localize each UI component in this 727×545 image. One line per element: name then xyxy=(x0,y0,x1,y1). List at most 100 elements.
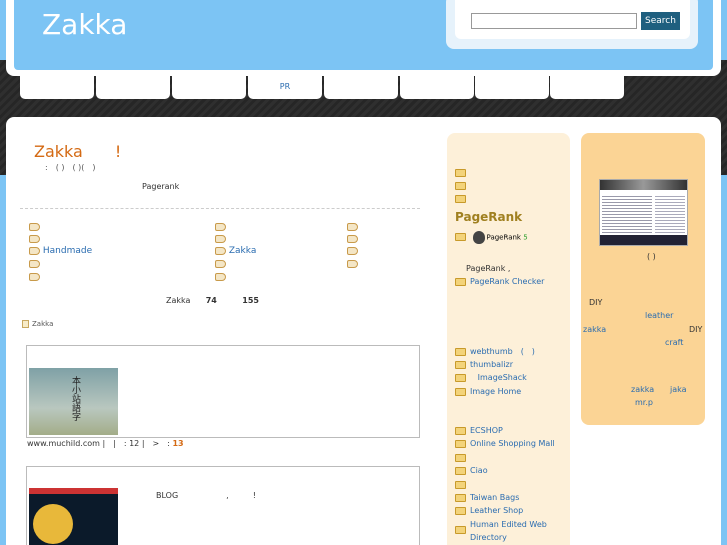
sidebar-item[interactable]: Image Home xyxy=(455,387,521,396)
nav-tab-6[interactable] xyxy=(400,75,474,99)
page-icon xyxy=(22,320,29,328)
sidebar-item-label: ECSHOP xyxy=(470,426,503,435)
nav-tab-3[interactable] xyxy=(172,75,246,99)
featured-link[interactable]: leather xyxy=(645,311,673,320)
breadcrumb[interactable]: Zakka xyxy=(22,320,53,328)
entry-meta: www.muchild.com | | : 12 | > : 13 xyxy=(27,438,184,449)
tag-label: Handmade xyxy=(42,246,93,256)
screenshot-footer xyxy=(600,235,687,245)
featured-link[interactable]: craft xyxy=(665,338,683,347)
tag-icon xyxy=(29,246,40,255)
entry-thumbnail[interactable] xyxy=(29,488,118,545)
sidebar-item[interactable]: webthumb ( ) xyxy=(455,346,535,357)
sidebar-item[interactable] xyxy=(455,194,470,203)
featured-link[interactable]: zakka xyxy=(583,325,606,334)
tag-item[interactable] xyxy=(29,234,40,244)
sidebar-item-label: Image Home xyxy=(470,387,522,396)
sidebar-item[interactable]: ImageShack xyxy=(455,373,527,382)
sidebar-item[interactable] xyxy=(455,480,470,489)
thumbnail-graphic xyxy=(33,504,73,544)
sidebar-item[interactable]: ECSHOP xyxy=(455,426,503,435)
folder-icon xyxy=(455,387,466,396)
breadcrumb-label: Zakka xyxy=(32,320,54,328)
nav-tab-1[interactable] xyxy=(20,75,94,99)
nav-tab-7[interactable] xyxy=(475,75,549,99)
sidebar-item[interactable]: Taiwan Bags xyxy=(455,493,519,502)
tag-icon xyxy=(347,246,358,255)
tag-item[interactable] xyxy=(215,234,226,244)
divider xyxy=(20,208,420,209)
screenshot-header xyxy=(600,180,687,190)
sidebar-item[interactable]: Online Shopping Mall xyxy=(455,439,555,448)
apple-icon xyxy=(472,231,485,244)
featured-word: DIY xyxy=(689,325,703,334)
tag-item[interactable] xyxy=(347,246,358,256)
tag-icon xyxy=(215,259,226,268)
folder-icon xyxy=(455,277,466,286)
featured-link[interactable]: zakka xyxy=(631,385,654,394)
tag-icon xyxy=(215,246,226,255)
folder-icon xyxy=(455,526,466,534)
pagerank-badge-label: PageRank xyxy=(486,233,521,242)
sidebar-item[interactable]: thumbalizr xyxy=(455,360,513,369)
tag-item[interactable] xyxy=(215,259,226,269)
featured-screenshot[interactable] xyxy=(599,179,688,246)
tag-item[interactable] xyxy=(29,222,40,232)
sidebar-item[interactable]: Leather Shop xyxy=(455,506,523,515)
tag-icon xyxy=(347,222,358,231)
site-title[interactable]: Zakka xyxy=(42,8,127,41)
stats-count-b: 155 xyxy=(242,296,259,305)
folder-icon xyxy=(455,426,466,435)
folder-icon xyxy=(455,453,466,462)
sidebar-item-label: Online Shopping Mall xyxy=(470,439,555,448)
stats-prefix: Zakka xyxy=(166,296,191,305)
sidebar-item[interactable]: Directory xyxy=(470,533,507,542)
folder-icon xyxy=(455,194,466,203)
sidebar-item[interactable] xyxy=(455,453,470,462)
screenshot-sidebar xyxy=(655,194,685,234)
nav-tab-pr[interactable]: PR xyxy=(248,75,322,99)
featured-link[interactable]: jaka xyxy=(670,385,687,394)
nav-tab-5[interactable] xyxy=(324,75,398,99)
folder-icon xyxy=(455,506,466,515)
tag-icon xyxy=(215,272,226,281)
pagerank-badge-value: 5 xyxy=(523,233,528,242)
tag-item[interactable] xyxy=(215,272,226,282)
stats-count-a: 74 xyxy=(205,296,217,305)
sidebar-item-checker[interactable]: PageRank Checker xyxy=(455,277,544,286)
sidebar-item[interactable]: Human Edited Web xyxy=(470,520,547,529)
sidebar-item-label: Taiwan Bags xyxy=(470,493,520,502)
sidebar-item[interactable] xyxy=(455,168,470,177)
tag-item[interactable] xyxy=(347,222,358,232)
tag-item[interactable]: Handmade xyxy=(29,246,92,256)
tag-icon xyxy=(215,234,226,243)
pagerank-line: Pagerank xyxy=(142,182,180,191)
sidebar-item-label: Ciao xyxy=(470,466,488,475)
sidebar-item-label: Directory xyxy=(470,533,507,542)
nav-tab-8[interactable] xyxy=(550,75,624,99)
entry-text: BLOG , ! xyxy=(156,491,256,500)
folder-icon xyxy=(455,360,466,369)
tag-icon xyxy=(215,222,226,231)
tag-icon xyxy=(29,272,40,281)
tag-item[interactable] xyxy=(347,259,358,269)
entry-source[interactable]: www.muchild.com | | : 12 | > : xyxy=(27,439,170,448)
tag-icon xyxy=(29,222,40,231)
search-button[interactable]: Search xyxy=(641,12,680,30)
post-title[interactable]: Zakka ! xyxy=(34,138,121,162)
tag-item[interactable] xyxy=(29,259,40,269)
search-input[interactable] xyxy=(471,13,637,29)
entry-thumbnail[interactable]: 本小站語字 xyxy=(29,368,118,435)
pagerank-badge-row[interactable]: PageRank 5 xyxy=(455,231,528,244)
tag-item[interactable] xyxy=(29,272,40,282)
featured-link[interactable]: mr.p xyxy=(635,398,653,407)
tag-item[interactable] xyxy=(347,234,358,244)
tag-item[interactable] xyxy=(215,222,226,232)
nav-tab-2[interactable] xyxy=(96,75,170,99)
pagerank-badge[interactable]: PageRank 5 xyxy=(472,231,528,244)
sidebar-item[interactable] xyxy=(455,181,470,190)
sidebar-item[interactable]: Ciao xyxy=(455,466,488,475)
tag-item[interactable]: Zakka xyxy=(215,246,256,256)
stats-line: Zakka 74 155 xyxy=(166,296,259,305)
screenshot-content xyxy=(602,194,652,234)
